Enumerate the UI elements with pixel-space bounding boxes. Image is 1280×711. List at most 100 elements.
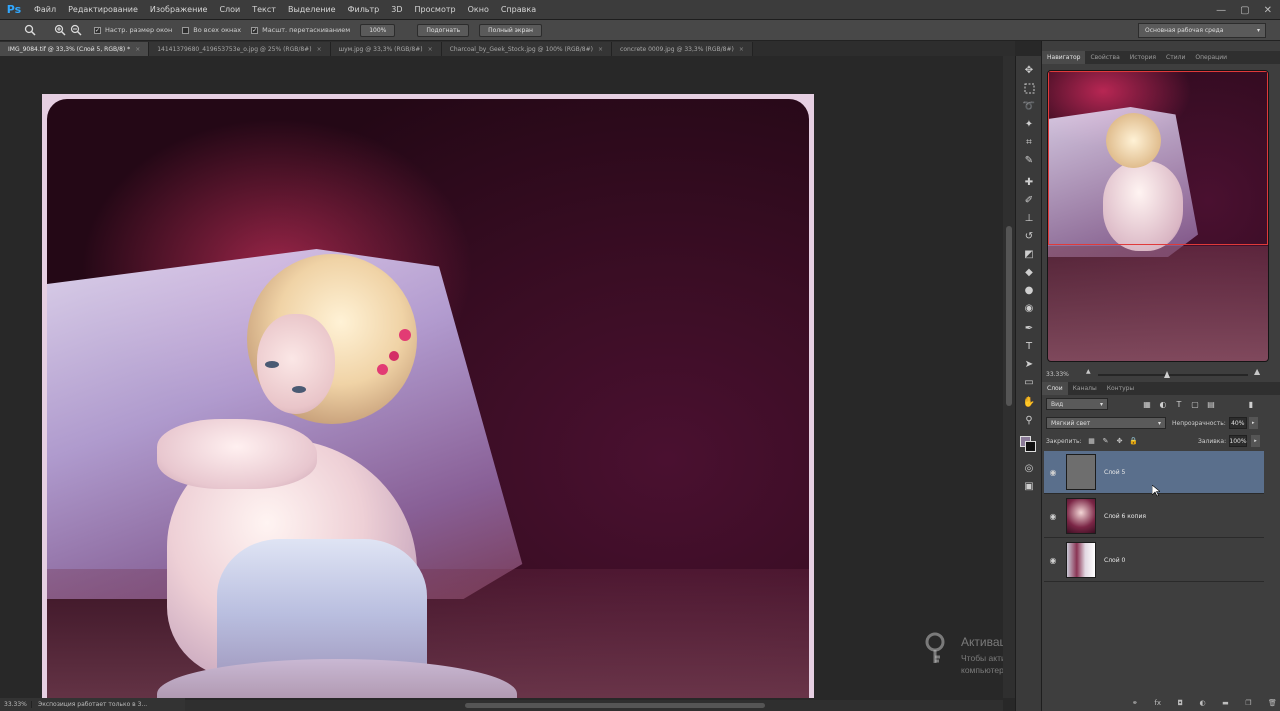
fx-icon[interactable]: fx (1154, 699, 1161, 707)
menu-layers[interactable]: Слои (213, 0, 246, 20)
filter-toggle-icon[interactable]: ▮ (1246, 399, 1256, 409)
dodge-tool-icon[interactable]: ◉ (1021, 300, 1037, 316)
workspace-select[interactable]: Основная рабочая среда ▾ (1138, 23, 1266, 38)
opacity-input[interactable]: 40% (1228, 417, 1247, 429)
zoom-100-button[interactable]: 100% (360, 23, 396, 37)
menu-file[interactable]: Файл (28, 0, 62, 20)
scrollbar-thumb[interactable] (465, 703, 765, 708)
scrollbar-thumb[interactable] (1006, 226, 1012, 406)
trash-icon[interactable]: 🗑 (1268, 699, 1277, 707)
close-tab-icon[interactable]: × (428, 46, 433, 53)
background-color-swatch[interactable] (1025, 441, 1036, 452)
clone-stamp-tool-icon[interactable]: ⊥ (1021, 210, 1037, 226)
screen-mode-icon[interactable]: ▣ (1021, 478, 1037, 494)
new-group-icon[interactable]: ▬ (1222, 699, 1229, 707)
menu-image[interactable]: Изображение (144, 0, 214, 20)
blur-tool-icon[interactable]: ● (1021, 282, 1037, 298)
navigator-zoom-slider[interactable] (1098, 371, 1248, 378)
vertical-scrollbar[interactable] (1003, 56, 1015, 698)
hand-tool-icon[interactable]: ✋ (1021, 394, 1037, 410)
blend-mode-select[interactable]: Мягкий свет ▾ (1046, 417, 1166, 429)
close-button[interactable]: ✕ (1264, 5, 1272, 16)
navigator-view-box[interactable] (1048, 71, 1268, 245)
opacity-arrow-icon[interactable]: ▸ (1248, 417, 1258, 429)
status-info[interactable]: Экспозиция работает только в 3... (32, 701, 162, 708)
tab-layers[interactable]: Слои (1042, 382, 1068, 395)
eye-icon[interactable]: ◉ (1044, 512, 1062, 521)
shape-tool-icon[interactable]: ▭ (1021, 374, 1037, 390)
path-selection-tool-icon[interactable]: ➤ (1021, 356, 1037, 372)
layer-row[interactable]: ◉ Слой 6 копия (1044, 495, 1264, 538)
resize-windows-checkbox[interactable]: ✓ Настр. размер окон (94, 26, 172, 34)
all-windows-checkbox[interactable]: Во всех окнах (182, 26, 241, 34)
layer-name[interactable]: Слой 0 (1104, 557, 1125, 564)
history-brush-tool-icon[interactable]: ↺ (1021, 228, 1037, 244)
slider-knob[interactable] (1164, 371, 1170, 378)
lock-position-icon[interactable]: ✥ (1116, 437, 1124, 445)
add-mask-icon[interactable]: ◘ (1177, 699, 1183, 707)
menu-help[interactable]: Справка (495, 0, 542, 20)
layer-name[interactable]: Слой 5 (1104, 469, 1125, 476)
crop-tool-icon[interactable]: ⌗ (1021, 134, 1037, 150)
navigator-preview[interactable] (1047, 70, 1269, 362)
menu-type[interactable]: Текст (246, 0, 282, 20)
layer-row[interactable]: ◉ Слой 0 (1044, 539, 1264, 582)
tab-document-5[interactable]: concrete 0009.jpg @ 33,3% (RGB/8#) × (612, 42, 753, 56)
marquee-tool-icon[interactable] (1021, 80, 1037, 96)
mountain-large-icon[interactable]: ▲ (1254, 367, 1260, 376)
healing-brush-tool-icon[interactable]: ✚ (1021, 174, 1037, 190)
magic-wand-tool-icon[interactable]: ✦ (1021, 116, 1037, 132)
eye-icon[interactable]: ◉ (1044, 468, 1062, 477)
layer-name[interactable]: Слой 6 копия (1104, 513, 1146, 520)
tab-document-1[interactable]: IMG_9084.tif @ 33,3% (Слой 5, RGB/8) * × (0, 42, 150, 56)
eyedropper-tool-icon[interactable]: ✎ (1021, 152, 1037, 168)
menu-edit[interactable]: Редактирование (62, 0, 144, 20)
move-tool-icon[interactable]: ✥ (1021, 62, 1037, 78)
horizontal-scrollbar[interactable] (185, 700, 1003, 711)
scrubby-zoom-checkbox[interactable]: ✓ Масшт. перетаскиванием (251, 26, 350, 34)
zoom-tool-icon[interactable]: ⚲ (1021, 412, 1037, 428)
adjustment-filter-icon[interactable]: ◐ (1158, 399, 1168, 409)
eye-icon[interactable]: ◉ (1044, 556, 1062, 565)
tab-styles[interactable]: Стили (1161, 51, 1190, 64)
lock-pixels-icon[interactable]: ✎ (1102, 437, 1110, 445)
layer-kind-filter[interactable]: Вид ▾ (1046, 398, 1108, 410)
type-filter-icon[interactable]: T (1174, 399, 1184, 409)
menu-window[interactable]: Окно (462, 0, 495, 20)
menu-3d[interactable]: 3D (385, 0, 408, 20)
tab-actions[interactable]: Операции (1190, 51, 1232, 64)
image-filter-icon[interactable]: ▦ (1142, 399, 1152, 409)
lasso-tool-icon[interactable]: ➰ (1021, 98, 1037, 114)
quick-mask-icon[interactable]: ◎ (1021, 460, 1037, 476)
menu-select[interactable]: Выделение (282, 0, 342, 20)
menu-filter[interactable]: Фильтр (342, 0, 386, 20)
close-tab-icon[interactable]: × (598, 46, 603, 53)
tab-document-2[interactable]: 14141379680_419653753e_o.jpg @ 25% (RGB/… (149, 42, 331, 56)
shape-filter-icon[interactable]: ▢ (1190, 399, 1200, 409)
adjustment-layer-icon[interactable]: ◐ (1200, 699, 1206, 707)
fill-input[interactable]: 100% (1229, 435, 1247, 447)
mountain-small-icon[interactable]: ▲ (1086, 368, 1091, 375)
paint-bucket-tool-icon[interactable]: ◆ (1021, 264, 1037, 280)
brush-tool-icon[interactable]: ✐ (1021, 192, 1037, 208)
maximize-button[interactable]: ▢ (1240, 5, 1249, 16)
tab-properties[interactable]: Свойства (1085, 51, 1124, 64)
fill-screen-button[interactable]: Полный экран (479, 23, 542, 37)
zoom-out-icon[interactable] (68, 22, 84, 38)
link-layers-icon[interactable]: ⚭ (1132, 699, 1138, 707)
new-layer-icon[interactable]: ❐ (1245, 699, 1251, 707)
fit-screen-button[interactable]: Подогнать (417, 23, 470, 37)
smart-object-filter-icon[interactable]: ▤ (1206, 399, 1216, 409)
close-tab-icon[interactable]: × (317, 46, 322, 53)
zoom-level[interactable]: 33.33% (0, 701, 32, 708)
lock-all-icon[interactable]: 🔒 (1129, 437, 1138, 445)
type-tool-icon[interactable]: T (1021, 338, 1037, 354)
tab-paths[interactable]: Контуры (1102, 382, 1139, 395)
canvas-area[interactable]: Активация Windows Чтобы активировать Win… (0, 56, 1003, 698)
document-canvas[interactable] (42, 94, 814, 698)
tab-document-4[interactable]: Charcoal_by_Geek_Stock.jpg @ 100% (RGB/8… (441, 42, 613, 56)
close-tab-icon[interactable]: × (135, 46, 140, 53)
tab-navigator[interactable]: Навигатор (1042, 51, 1086, 64)
fill-arrow-icon[interactable]: ▸ (1251, 435, 1260, 447)
minimize-button[interactable]: — (1216, 5, 1226, 16)
